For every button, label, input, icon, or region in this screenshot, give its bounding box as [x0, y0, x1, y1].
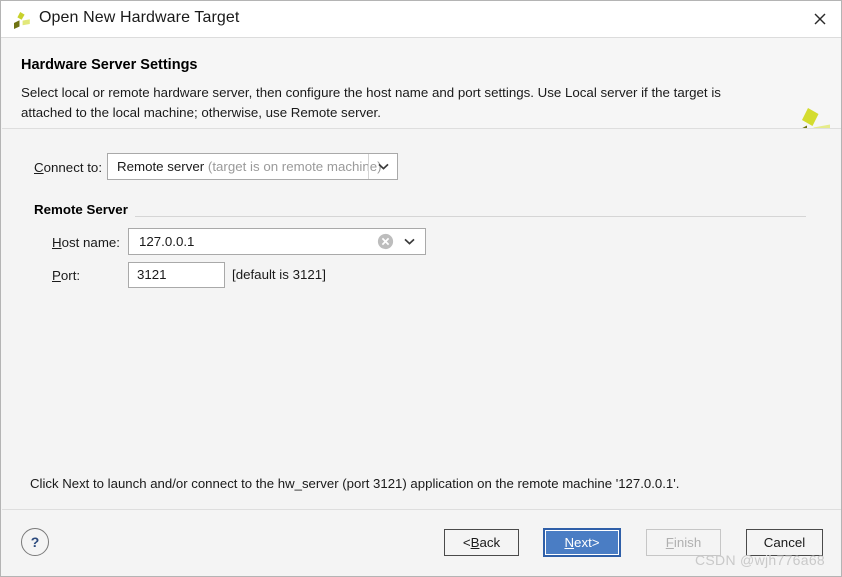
connect-to-label: Connect to:: [34, 160, 102, 175]
next-mnemonic: N: [564, 535, 575, 550]
host-name-label-rest: ost name:: [61, 235, 120, 250]
vivado-logo-icon: [12, 10, 32, 30]
host-name-combobox[interactable]: 127.0.0.1: [128, 228, 426, 255]
port-value: 3121: [137, 267, 167, 282]
page-description: Select local or remote hardware server, …: [21, 85, 721, 120]
connect-to-value-wrap: Remote server (target is on remote machi…: [117, 159, 382, 174]
host-name-input[interactable]: 127.0.0.1: [139, 234, 194, 249]
finish-mnemonic: F: [665, 535, 674, 550]
close-icon: [814, 13, 826, 25]
next-button[interactable]: Next >: [543, 528, 621, 557]
clear-circle-icon[interactable]: [377, 233, 394, 250]
port-default-hint: [default is 3121]: [232, 267, 326, 282]
finish-rest: inish: [673, 535, 702, 550]
port-label: Port:: [52, 268, 80, 283]
next-suffix: >: [591, 535, 600, 550]
open-new-hardware-target-dialog: Open New Hardware Target Hardware Server…: [0, 0, 842, 577]
header-panel: Hardware Server Settings Select local or…: [2, 38, 841, 145]
title-bar: Open New Hardware Target: [1, 1, 841, 38]
page-title: Hardware Server Settings: [21, 57, 198, 73]
cancel-label: Cancel: [763, 535, 806, 550]
window-title: Open New Hardware Target: [39, 9, 240, 26]
port-mnemonic: P: [52, 268, 61, 283]
port-label-rest: ort:: [60, 268, 81, 283]
close-window-button[interactable]: [797, 1, 841, 37]
port-input[interactable]: 3121: [128, 262, 225, 288]
connect-to-value: Remote server: [117, 159, 205, 174]
status-message: Click Next to launch and/or connect to t…: [30, 476, 680, 491]
connect-to-combobox[interactable]: Remote server (target is on remote machi…: [107, 153, 398, 180]
connect-to-label-rest: onnect to:: [43, 160, 103, 175]
back-button[interactable]: < Back: [444, 529, 519, 556]
watermark: CSDN @wjh776a68: [695, 552, 825, 568]
host-name-mnemonic: H: [52, 235, 62, 250]
question-mark-icon: ?: [30, 534, 40, 550]
help-button[interactable]: ?: [21, 528, 49, 556]
remote-server-group-title: Remote Server: [34, 202, 135, 217]
next-rest: ext: [574, 535, 592, 550]
connect-to-value-hint: (target is on remote machine): [204, 159, 382, 174]
chevron-down-icon: [403, 238, 415, 245]
host-name-dropdown-arrow[interactable]: [397, 229, 421, 254]
chevron-down-icon: [377, 163, 389, 170]
dialog-body: [2, 129, 841, 509]
back-prefix: <: [462, 535, 471, 550]
back-rest: ack: [479, 535, 501, 550]
host-name-label: Host name:: [52, 235, 120, 250]
remote-server-group-divider: [34, 216, 806, 217]
back-mnemonic: B: [470, 535, 480, 550]
connect-to-mnemonic: C: [34, 160, 44, 175]
connect-to-dropdown-arrow[interactable]: [368, 154, 397, 179]
